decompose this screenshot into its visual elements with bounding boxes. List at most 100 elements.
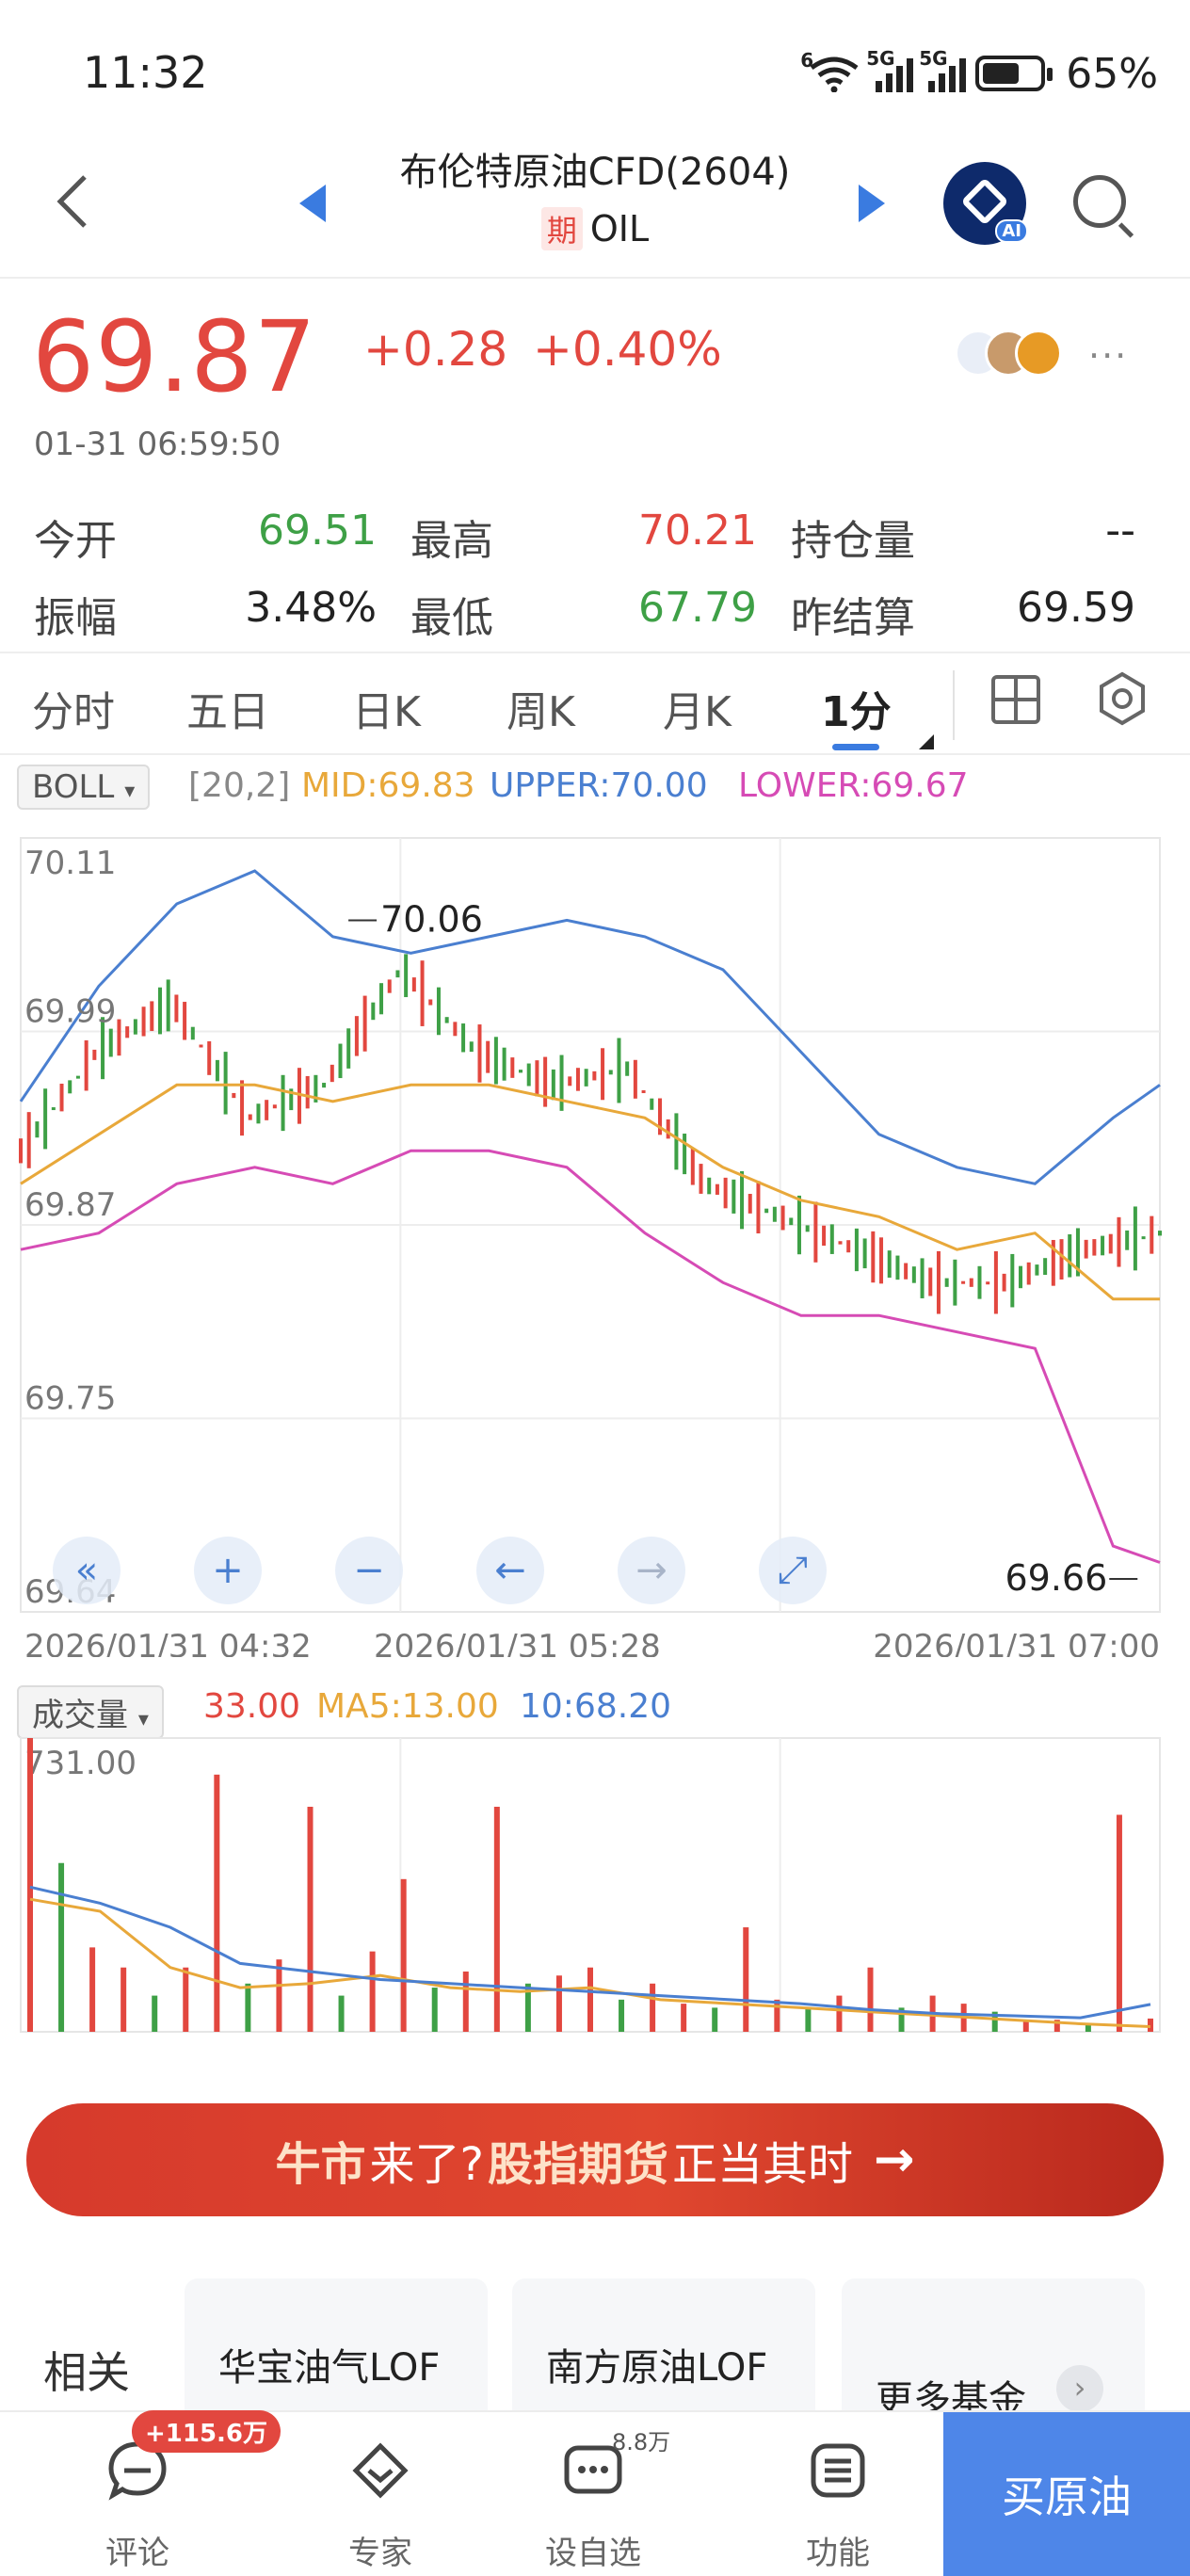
quote-timestamp: 01-31 06:59:50 xyxy=(34,426,281,463)
high-annotation: 70.06 xyxy=(380,898,483,940)
candle-bar xyxy=(256,1103,261,1124)
battery-icon xyxy=(975,56,1053,91)
tab-intraday[interactable]: 分时 xyxy=(32,678,115,738)
volume-bar xyxy=(245,1983,251,2032)
symbol: OIL xyxy=(589,208,650,250)
search-icon[interactable] xyxy=(1073,175,1126,228)
stat-label-open-interest: 持仓量 xyxy=(791,517,915,565)
contract-title: 布伦特原油CFD(2604) xyxy=(399,151,791,194)
tab-weekly-k[interactable]: 周K xyxy=(507,678,575,738)
volume-bar xyxy=(555,1975,562,2032)
candle-bar xyxy=(904,1263,909,1280)
candle-bar xyxy=(854,1228,859,1272)
fund-name: 华宝油气LOF xyxy=(218,2346,441,2390)
candle-bar xyxy=(1019,1265,1023,1289)
buy-button[interactable]: 买原油 xyxy=(943,2412,1190,2576)
candle-bar xyxy=(199,1044,203,1048)
candle-bar xyxy=(232,1092,236,1099)
price-chart[interactable]: 70.1169.9969.8769.7569.642026/01/31 04:3… xyxy=(0,810,1190,1657)
candle-bar xyxy=(977,1265,982,1299)
nav-expert[interactable]: 专家 xyxy=(286,2412,474,2576)
candle-bar xyxy=(740,1170,745,1230)
indicator-selector[interactable]: BOLL ▾ xyxy=(17,765,151,810)
candle-bar xyxy=(379,983,384,1015)
volume-bar xyxy=(712,2007,718,2032)
candle-bar xyxy=(338,1043,343,1079)
candle-bar xyxy=(650,1098,654,1110)
candle-bar xyxy=(215,1059,219,1082)
candle-bar xyxy=(150,1001,154,1032)
banner-text-2: 来了? xyxy=(369,2138,484,2191)
period-dropdown-icon[interactable] xyxy=(919,734,934,749)
futures-tag: 期 xyxy=(540,207,583,250)
candle-bar xyxy=(43,1088,48,1150)
candle-bar xyxy=(1084,1239,1088,1259)
candle-bar xyxy=(502,1047,507,1081)
ai-assistant-button[interactable]: AI xyxy=(943,162,1028,245)
tab-monthly-k[interactable]: 月K xyxy=(663,678,732,738)
next-contract-button[interactable] xyxy=(859,185,885,222)
candle-bar xyxy=(59,1083,64,1112)
boll-line-lower xyxy=(20,1149,1161,1564)
volume-bar xyxy=(805,2007,812,2032)
candle-bar xyxy=(1002,1273,1006,1292)
caret-down-icon: ▾ xyxy=(137,1708,149,1731)
candle-bar xyxy=(305,1075,310,1109)
discussion-avatars[interactable] xyxy=(955,330,1077,382)
candle-bar xyxy=(723,1177,728,1209)
candle-bar xyxy=(1125,1230,1130,1250)
volume-bar xyxy=(774,1999,780,2032)
candle-bar xyxy=(625,1061,630,1076)
candle-bar xyxy=(592,1071,597,1081)
tab-1min[interactable]: 1分 xyxy=(821,678,892,738)
pan-left-icon[interactable]: ← xyxy=(476,1537,544,1604)
candle-bar xyxy=(756,1181,761,1234)
tab-five-day[interactable]: 五日 xyxy=(186,678,269,738)
volume-selector[interactable]: 成交量 ▾ xyxy=(17,1685,164,1739)
candle-bar xyxy=(519,1070,523,1073)
banner-text-1: 牛市 xyxy=(275,2138,366,2191)
stat-value-prev-settle: 69.59 xyxy=(1017,584,1135,632)
promo-banner[interactable]: 牛市 来了? 股指期货 正当其时 → xyxy=(26,2103,1164,2216)
fund-card-more[interactable]: 更多基金 › xyxy=(842,2278,1145,2429)
candle-bar xyxy=(510,1057,515,1078)
candle-bar xyxy=(190,1026,195,1040)
candle-bar xyxy=(715,1183,719,1195)
candle-bar xyxy=(411,977,416,992)
candle-bar xyxy=(732,1179,736,1214)
candle-bar xyxy=(690,1148,695,1185)
volume-current: 33.00 xyxy=(203,1687,301,1726)
volume-bar xyxy=(681,2004,687,2032)
layout-grid-icon[interactable] xyxy=(990,674,1041,725)
candle-bar xyxy=(125,1026,130,1038)
fullscreen-icon[interactable]: ⤢ xyxy=(759,1537,827,1604)
more-icon[interactable]: ··· xyxy=(1088,335,1128,377)
low-annotation: 69.66 xyxy=(1005,1557,1107,1599)
volume-bar xyxy=(619,1999,625,2032)
volume-ma5: MA5:13.00 xyxy=(316,1687,499,1726)
candle-bar xyxy=(141,1006,146,1037)
candle-bar xyxy=(330,1064,334,1083)
back-button[interactable] xyxy=(53,171,105,232)
zoom-out-icon[interactable]: − xyxy=(335,1537,403,1604)
candle-bar xyxy=(887,1250,892,1279)
volume-bar xyxy=(587,1967,593,2032)
zoom-in-icon[interactable]: + xyxy=(194,1537,262,1604)
banner-text-3: 股指期货 xyxy=(487,2138,668,2191)
candle-bar xyxy=(666,1119,670,1139)
tab-daily-k[interactable]: 日K xyxy=(352,678,421,738)
ai-badge: AI xyxy=(995,219,1028,243)
stat-value-high: 70.21 xyxy=(638,507,757,555)
diamond-icon xyxy=(352,2442,409,2499)
rewind-icon[interactable]: « xyxy=(53,1537,121,1604)
candle-bar xyxy=(928,1267,933,1296)
volume-chart[interactable]: 731.00 xyxy=(0,1732,1190,2053)
candle-bar xyxy=(543,1056,548,1107)
nav-functions[interactable]: 功能 xyxy=(744,2412,932,2576)
pan-right-icon[interactable]: → xyxy=(618,1537,685,1604)
stat-label-high: 最高 xyxy=(410,517,493,565)
boll-mid: MID:69.83 xyxy=(301,766,475,805)
fund-card-nanfang[interactable]: 南方原油LOF xyxy=(512,2278,815,2429)
fund-card-huabao[interactable]: 华宝油气LOF xyxy=(185,2278,488,2429)
settings-gear-icon[interactable] xyxy=(1094,670,1150,727)
